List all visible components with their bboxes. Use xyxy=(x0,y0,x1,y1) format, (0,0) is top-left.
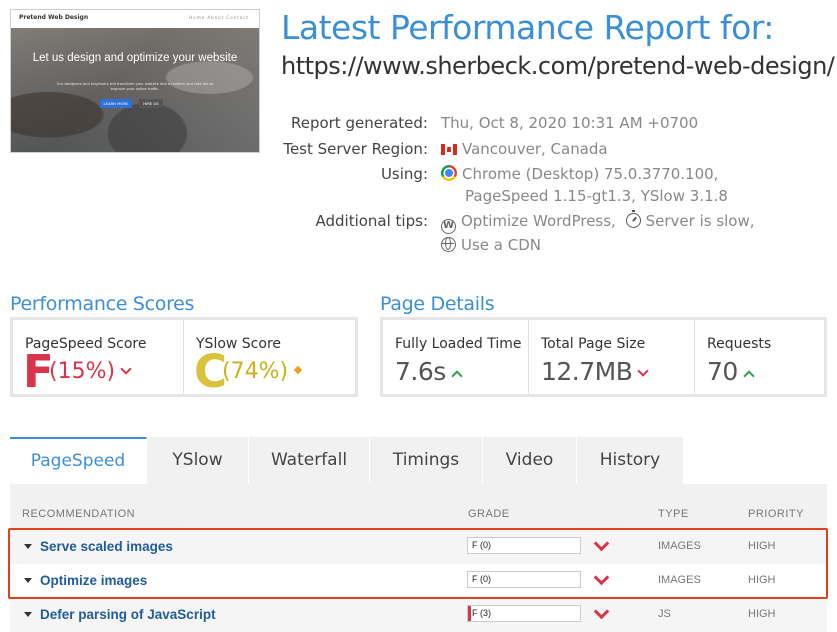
chevron-down-icon[interactable] xyxy=(593,535,610,552)
region-value: Vancouver, Canada xyxy=(462,140,608,158)
tip-optimize-wordpress[interactable]: Optimize WordPress, xyxy=(461,212,616,230)
recommendation-type: JS xyxy=(658,608,671,620)
recommendation-type: IMAGES xyxy=(658,540,701,552)
thumbnail-hire-us-button: HIRE US xyxy=(139,99,163,108)
caret-down-icon xyxy=(120,363,132,375)
report-generated-label: Report generated: xyxy=(290,114,428,132)
report-url: https://www.sherbeck.com/pretend-web-des… xyxy=(281,52,835,80)
table-row[interactable]: Defer parsing of JavaScript F (3) JS HIG… xyxy=(10,598,827,632)
fully-loaded-time-cell: Fully Loaded Time 7.6s xyxy=(383,320,529,394)
recommendation-name[interactable]: Defer parsing of JavaScript xyxy=(40,607,216,622)
stopwatch-icon xyxy=(625,210,641,228)
caret-down-icon xyxy=(637,365,650,377)
region-value-row: Vancouver, Canada xyxy=(441,138,608,160)
grade-bar-fill xyxy=(468,606,472,621)
page-title: Latest Performance Report for: xyxy=(281,8,774,47)
fully-loaded-time-value: 7.6s xyxy=(395,357,446,386)
requests-value: 70 xyxy=(707,357,738,386)
total-page-size-cell: Total Page Size 12.7MB xyxy=(529,320,695,394)
recommendation-priority: HIGH xyxy=(748,540,776,552)
region-label: Test Server Region: xyxy=(283,140,428,158)
page-details-heading: Page Details xyxy=(380,293,495,315)
globe-icon xyxy=(441,237,456,252)
tip-server-slow[interactable]: Server is slow, xyxy=(646,212,755,230)
site-screenshot-thumbnail: Pretend Web Design Home About Contact Le… xyxy=(10,9,260,153)
performance-scores-card: PageSpeed Score F (15%) YSlow Score C (7… xyxy=(10,317,358,397)
chevron-down-icon[interactable] xyxy=(593,569,610,586)
performance-scores-heading: Performance Scores xyxy=(10,293,195,315)
recommendation-priority: HIGH xyxy=(748,574,776,586)
tab-history[interactable]: History xyxy=(577,437,684,484)
report-tabs: PageSpeed YSlow Waterfall Timings Video … xyxy=(10,437,684,484)
tab-pagespeed[interactable]: PageSpeed xyxy=(10,437,147,484)
thumbnail-learn-more-button: LEARN MORE xyxy=(100,99,132,108)
using-value-line1: Chrome (Desktop) 75.0.3770.100, xyxy=(462,165,719,183)
pagespeed-percent: (15%) xyxy=(49,359,116,384)
requests-label: Requests xyxy=(707,336,772,352)
grade-text: F (0) xyxy=(472,540,491,550)
grade-bar: F (0) xyxy=(467,537,581,554)
thumbnail-nav-links: Home About Contact xyxy=(189,15,249,20)
thumbnail-subtext: Our designers and engineers will transfo… xyxy=(56,82,214,91)
yslow-percent-row: (74%) xyxy=(222,359,303,384)
expand-triangle-icon[interactable] xyxy=(24,612,32,617)
chevron-down-icon[interactable] xyxy=(593,603,610,620)
thumbnail-brand: Pretend Web Design xyxy=(19,14,89,21)
total-page-size-row: 12.7MB xyxy=(541,357,650,386)
diamond-icon xyxy=(293,365,303,375)
table-row[interactable]: Serve scaled images F (0) IMAGES HIGH xyxy=(10,530,827,564)
thumbnail-navbar: Pretend Web Design Home About Contact xyxy=(11,10,259,28)
pagespeed-percent-row: (15%) xyxy=(49,359,132,384)
grade-bar: F (3) xyxy=(467,605,581,622)
recommendation-name[interactable]: Serve scaled images xyxy=(40,539,173,554)
tab-yslow[interactable]: YSlow xyxy=(147,437,249,484)
column-header-priority: PRIORITY xyxy=(748,508,804,520)
grade-bar: F (0) xyxy=(467,571,581,588)
column-header-grade: GRADE xyxy=(468,508,510,520)
yslow-score-cell: YSlow Score C (74%) xyxy=(184,320,355,397)
requests-row: 70 xyxy=(707,357,755,386)
canada-flag-icon xyxy=(441,144,457,155)
tab-waterfall[interactable]: Waterfall xyxy=(249,437,370,484)
recommendation-name[interactable]: Optimize images xyxy=(40,573,147,588)
using-label: Using: xyxy=(380,165,428,183)
grade-text: F (0) xyxy=(472,574,491,584)
tab-video[interactable]: Video xyxy=(483,437,577,484)
additional-tips-row: W Optimize WordPress, Server is slow, Use… xyxy=(441,210,755,256)
using-value-line2: PageSpeed 1.15-gt1.3, YSlow 3.1.8 xyxy=(465,187,728,205)
column-header-type: TYPE xyxy=(658,508,689,520)
total-page-size-value: 12.7MB xyxy=(541,357,633,386)
tip-use-cdn[interactable]: Use a CDN xyxy=(461,236,541,254)
caret-up-icon xyxy=(743,370,755,382)
expand-triangle-icon[interactable] xyxy=(24,578,32,583)
recommendations-table-header: RECOMMENDATION GRADE TYPE PRIORITY xyxy=(10,484,827,529)
page-details-card: Fully Loaded Time 7.6s Total Page Size 1… xyxy=(380,317,827,397)
thumbnail-headline: Let us design and optimize your website xyxy=(32,52,238,64)
requests-cell: Requests 70 xyxy=(695,320,824,394)
additional-tips-label: Additional tips: xyxy=(315,212,428,230)
column-header-recommendation: RECOMMENDATION xyxy=(22,508,136,520)
caret-up-icon xyxy=(451,370,463,382)
wordpress-icon: W xyxy=(441,219,456,234)
recommendation-priority: HIGH xyxy=(748,608,776,620)
expand-triangle-icon[interactable] xyxy=(24,544,32,549)
grade-text: F (3) xyxy=(472,608,491,618)
chrome-icon xyxy=(441,165,457,181)
fully-loaded-time-label: Fully Loaded Time xyxy=(395,336,522,352)
fully-loaded-time-row: 7.6s xyxy=(395,357,463,386)
yslow-percent: (74%) xyxy=(222,359,289,384)
pagespeed-score-cell: PageSpeed Score F (15%) xyxy=(13,320,184,397)
using-value-row: Chrome (Desktop) 75.0.3770.100, PageSpee… xyxy=(441,163,728,207)
recommendation-type: IMAGES xyxy=(658,574,701,586)
total-page-size-label: Total Page Size xyxy=(541,336,646,352)
tab-timings[interactable]: Timings xyxy=(370,437,483,484)
report-generated-value: Thu, Oct 8, 2020 10:31 AM +0700 xyxy=(441,114,699,132)
table-row[interactable]: Optimize images F (0) IMAGES HIGH xyxy=(10,564,827,598)
